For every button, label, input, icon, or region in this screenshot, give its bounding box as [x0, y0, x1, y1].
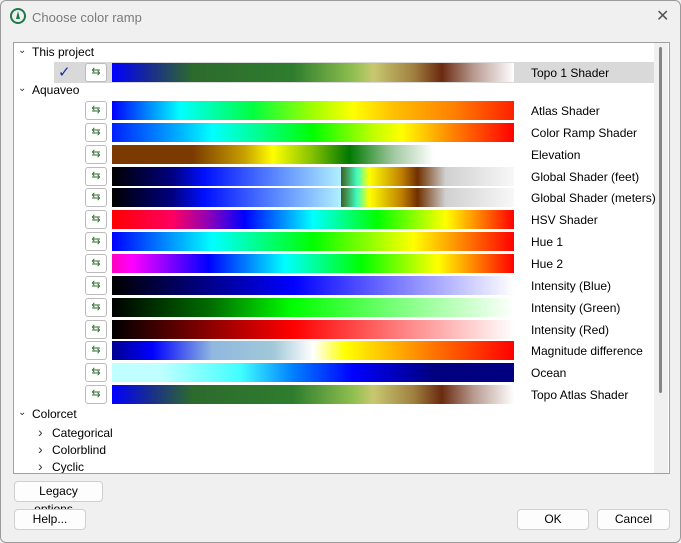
chevron-right-icon[interactable]: ›: [38, 424, 52, 440]
color-ramp-row[interactable]: ✓ ⇆ Topo 1 Shader: [54, 62, 654, 83]
color-ramp-preview[interactable]: [112, 275, 514, 295]
reverse-ramp-button[interactable]: ⇆: [85, 210, 107, 230]
color-ramp-preview[interactable]: [112, 210, 514, 230]
ok-button[interactable]: OK: [517, 509, 589, 530]
color-ramp-row[interactable]: ⇆ Hue 1: [14, 231, 654, 252]
color-ramp-row[interactable]: ⇆ Elevation: [14, 144, 654, 165]
color-ramp-name: Ocean: [531, 366, 567, 381]
color-ramp-name: Intensity (Red): [531, 322, 610, 337]
reverse-ramp-button[interactable]: ⇆: [85, 166, 107, 186]
color-ramp-preview[interactable]: [112, 166, 514, 186]
color-ramp-name: Topo Atlas Shader: [531, 388, 629, 403]
group-aquaveo-label: Aquaveo: [32, 83, 80, 97]
chevron-down-icon[interactable]: ⌄: [18, 83, 32, 94]
color-ramp-name: Intensity (Blue): [531, 278, 612, 293]
color-ramp-row[interactable]: ⇆ Ocean: [14, 362, 654, 383]
tree-item-label: Cyclic: [52, 460, 84, 474]
chevron-down-icon[interactable]: ⌄: [18, 407, 32, 418]
checkmark-icon: ✓: [58, 64, 71, 81]
color-ramp-name: Hue 2: [531, 256, 564, 271]
reverse-ramp-button[interactable]: ⇆: [85, 275, 107, 295]
color-ramp-row[interactable]: ⇆ Intensity (Blue): [14, 275, 654, 296]
title-bar: Choose color ramp ✕: [1, 1, 681, 33]
reverse-ramp-button[interactable]: ⇆: [85, 122, 107, 142]
color-ramp-preview[interactable]: [112, 122, 514, 142]
color-ramp-preview[interactable]: [112, 341, 514, 361]
tree-item-categorical[interactable]: › Categorical: [38, 424, 113, 440]
color-ramp-name: Hue 1: [531, 235, 564, 250]
color-ramp-row[interactable]: ⇆ Intensity (Green): [14, 297, 654, 318]
reverse-ramp-button[interactable]: ⇆: [85, 188, 107, 208]
chevron-down-icon[interactable]: ⌄: [18, 45, 32, 56]
color-ramp-name: Elevation: [531, 147, 581, 162]
tree-item-label: Categorical: [52, 426, 113, 440]
color-ramp-preview[interactable]: [112, 319, 514, 339]
color-ramp-tree[interactable]: ⌄ This project ✓ ⇆ Topo 1 Shader ⌄ Aquaveo ⇆ Atl…: [13, 42, 670, 474]
color-ramp-preview[interactable]: [112, 144, 514, 164]
reverse-ramp-button[interactable]: ⇆: [85, 385, 107, 405]
tree-item-cyclic[interactable]: › Cyclic: [38, 458, 84, 474]
reverse-ramp-button[interactable]: ⇆: [85, 144, 107, 164]
reverse-ramp-button[interactable]: ⇆: [85, 363, 107, 383]
color-ramp-preview[interactable]: [112, 385, 514, 405]
color-ramp-name: Global Shader (meters): [531, 191, 656, 206]
color-ramp-row[interactable]: ⇆ Hue 2: [14, 253, 654, 274]
window-title: Choose color ramp: [32, 10, 142, 25]
group-aquaveo[interactable]: ⌄ Aquaveo: [18, 83, 79, 97]
group-colorcet[interactable]: ⌄ Colorcet: [18, 407, 77, 421]
color-ramp-row[interactable]: ⇆ Global Shader (meters): [14, 187, 656, 208]
legacy-options-button[interactable]: Legacy options...: [14, 481, 103, 516]
color-ramp-row[interactable]: ⇆ Global Shader (feet): [14, 166, 654, 187]
color-ramp-preview[interactable]: [112, 232, 514, 252]
color-ramp-name: Topo 1 Shader: [531, 66, 610, 80]
vertical-scrollbar[interactable]: [654, 43, 668, 473]
cancel-button[interactable]: Cancel: [597, 509, 670, 530]
color-ramp-name: HSV Shader: [531, 213, 598, 228]
color-ramp-name: Global Shader (feet): [531, 169, 640, 184]
color-ramp-row[interactable]: ⇆ HSV Shader: [14, 209, 654, 230]
group-colorcet-label: Colorcet: [32, 407, 77, 421]
reverse-ramp-button[interactable]: ⇆: [85, 101, 107, 120]
color-ramp-row[interactable]: ⇆ Atlas Shader: [14, 100, 654, 121]
color-ramp-row[interactable]: ⇆ Intensity (Red): [14, 319, 654, 340]
color-ramp-preview[interactable]: [112, 297, 514, 317]
reverse-ramp-button[interactable]: ⇆: [85, 253, 107, 273]
color-ramp-name: Intensity (Green): [531, 300, 621, 315]
help-button[interactable]: Help...: [14, 509, 86, 530]
chevron-right-icon[interactable]: ›: [38, 458, 52, 473]
color-ramp-preview[interactable]: [112, 188, 514, 208]
close-icon[interactable]: ✕: [656, 6, 669, 26]
tree-item-colorblind[interactable]: › Colorblind: [38, 441, 106, 457]
color-ramp-preview[interactable]: [112, 101, 514, 120]
group-this-project[interactable]: ⌄ This project: [18, 45, 94, 59]
color-ramp-name: Atlas Shader: [531, 104, 600, 118]
color-ramp-preview[interactable]: [112, 363, 514, 383]
reverse-ramp-button[interactable]: ⇆: [85, 232, 107, 252]
color-ramp-row[interactable]: ⇆ Color Ramp Shader: [14, 122, 654, 143]
group-this-project-label: This project: [32, 45, 95, 59]
scrollbar-thumb[interactable]: [659, 47, 662, 393]
app-logo-icon: [10, 8, 26, 24]
reverse-ramp-button[interactable]: ⇆: [85, 297, 107, 317]
tree-item-label: Colorblind: [52, 443, 107, 457]
reverse-ramp-button[interactable]: ⇆: [85, 63, 107, 82]
reverse-ramp-button[interactable]: ⇆: [85, 319, 107, 339]
color-ramp-row[interactable]: ⇆ Topo Atlas Shader: [14, 384, 654, 405]
color-ramp-name: Color Ramp Shader: [531, 125, 638, 140]
color-ramp-preview[interactable]: [112, 253, 514, 273]
color-ramp-name: Magnitude difference: [531, 344, 643, 359]
reverse-ramp-button[interactable]: ⇆: [85, 341, 107, 361]
color-ramp-row[interactable]: ⇆ Magnitude difference: [14, 340, 654, 361]
chevron-right-icon[interactable]: ›: [38, 441, 52, 457]
color-ramp-preview[interactable]: [112, 63, 514, 82]
